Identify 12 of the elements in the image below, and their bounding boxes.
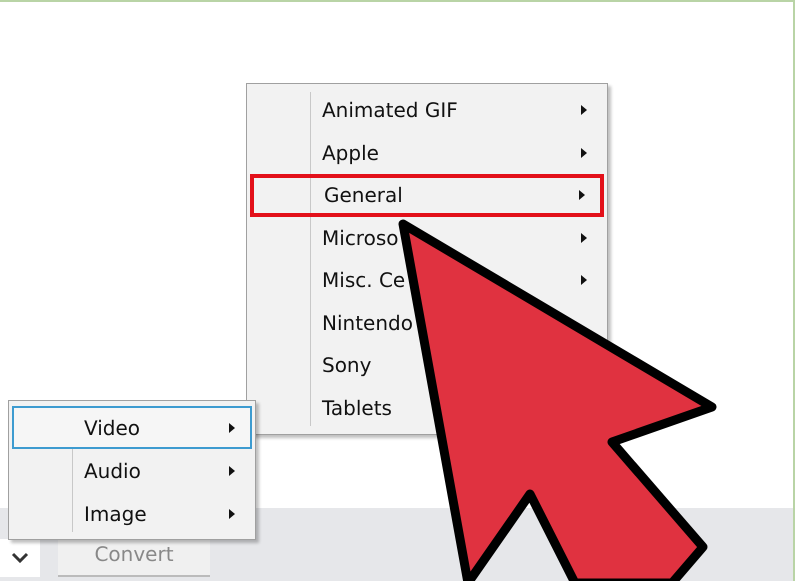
menu-item[interactable]: Image — [12, 492, 252, 535]
menu-item[interactable]: Misc. Ce — [250, 259, 604, 302]
menu-item[interactable]: Nintendo — [250, 302, 415, 344]
dropdown-field[interactable] — [0, 539, 40, 577]
menu-item[interactable]: Apple — [250, 132, 604, 174]
menu-item[interactable]: Microso — [250, 216, 604, 259]
menu-item[interactable]: General — [250, 174, 604, 216]
chevron-down-icon — [11, 552, 29, 564]
menu-item[interactable]: Sony — [250, 344, 374, 386]
menu-item[interactable]: Audio — [12, 449, 252, 492]
menu-item[interactable]: Animated GIF — [250, 89, 604, 132]
menu-item[interactable]: Video — [12, 406, 252, 449]
